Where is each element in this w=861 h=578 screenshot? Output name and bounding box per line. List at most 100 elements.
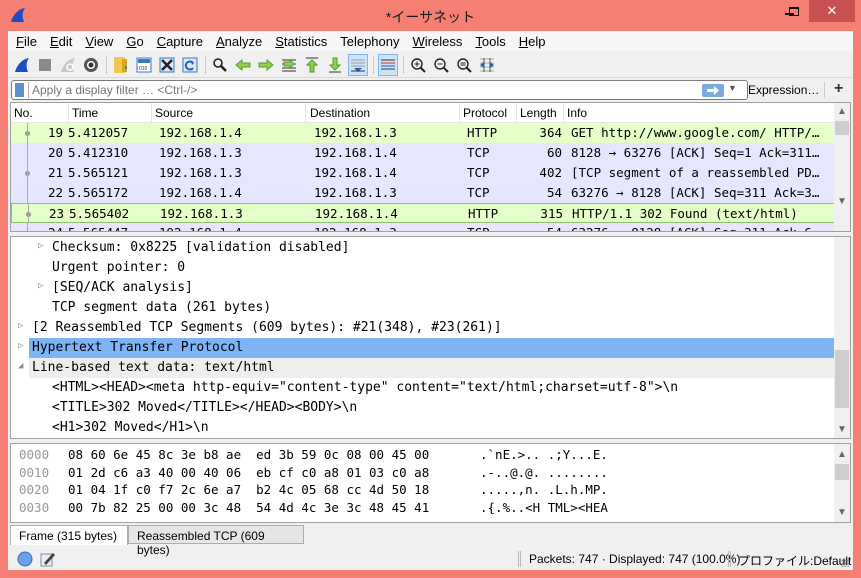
menu-tools[interactable]: Tools	[475, 34, 505, 49]
zoom-in-button[interactable]	[408, 54, 428, 76]
collapsed-arrow-icon[interactable]: ▷	[38, 281, 43, 291]
menu-analyze[interactable]: Analyze	[216, 34, 262, 49]
resize-grip[interactable]	[841, 559, 849, 567]
normal-size-button[interactable]	[454, 54, 474, 76]
column-separator[interactable]	[68, 103, 69, 123]
expert-info-icon[interactable]	[17, 551, 33, 567]
stop-capture-button[interactable]	[35, 54, 55, 76]
filter-bookmark-icon[interactable]	[15, 83, 24, 97]
packet-row[interactable]: 19 5.412057 192.168.1.4 192.168.1.3 HTTP 364 G…	[11, 123, 836, 143]
collapsed-arrow-icon[interactable]: ▷	[18, 341, 23, 351]
tab-reassembled-tcp[interactable]: Reassembled TCP (609 bytes)	[128, 525, 304, 557]
go-to-packet-icon	[282, 58, 296, 71]
column-separator[interactable]	[516, 103, 517, 123]
tab-frame[interactable]: Frame (315 bytes)	[10, 525, 128, 545]
column-header-destination[interactable]: Destination	[310, 106, 370, 120]
scroll-up-arrow[interactable]: ▲	[834, 446, 850, 462]
collapsed-arrow-icon[interactable]: ▷	[38, 241, 43, 251]
filter-history-dropdown[interactable]: ▼	[728, 83, 737, 93]
menu-view[interactable]: View	[85, 34, 113, 49]
packet-row[interactable]: 20 5.412310 192.168.1.3 192.168.1.4 TCP 60 812…	[11, 143, 836, 163]
menu-edit[interactable]: Edit	[50, 34, 72, 49]
detail-tree-item[interactable]: <TITLE>302 Moved</TITLE></HEAD><BODY>\n	[11, 398, 836, 418]
profile-status[interactable]: プロファイル:Default	[738, 552, 851, 569]
column-header-no[interactable]: No.	[14, 106, 33, 120]
menu-help[interactable]: Help	[519, 34, 546, 49]
auto-scroll-button[interactable]	[348, 53, 368, 76]
collapsed-arrow-icon[interactable]: ▷	[18, 321, 23, 331]
cell-protocol: TCP	[467, 225, 490, 231]
packet-list-scrollbar[interactable]: ▲ ▼	[834, 103, 850, 231]
menu-wireless[interactable]: Wireless	[413, 34, 463, 49]
detail-tree-item[interactable]: TCP segment data (261 bytes)	[11, 298, 836, 318]
column-header-source[interactable]: Source	[155, 106, 193, 120]
scroll-down-arrow[interactable]: ▼	[834, 504, 850, 520]
open-file-button[interactable]	[111, 54, 131, 76]
menu-go[interactable]: Go	[126, 34, 143, 49]
packet-details-pane: ▷ Checksum: 0x8225 [validation disabled] U…	[10, 236, 851, 439]
details-scrollbar[interactable]: ▼	[834, 237, 850, 438]
close-file-button[interactable]	[157, 54, 177, 76]
find-packet-icon	[213, 57, 227, 72]
find-packet-button[interactable]	[210, 54, 230, 76]
go-to-packet-button[interactable]	[279, 54, 299, 76]
column-header-info[interactable]: Info	[567, 106, 587, 120]
detail-tree-item[interactable]: Urgent pointer: 0	[11, 258, 836, 278]
display-filter-input[interactable]	[32, 83, 692, 97]
expression-button[interactable]: Expression…	[748, 83, 819, 97]
scrollbar-thumb[interactable]	[835, 121, 849, 135]
column-separator[interactable]	[151, 103, 152, 123]
add-filter-button[interactable]: +	[834, 80, 843, 98]
column-header-length[interactable]: Length	[520, 106, 557, 120]
maximize-button[interactable]	[780, 0, 807, 22]
capture-comment-icon[interactable]	[40, 551, 56, 567]
column-separator[interactable]	[459, 103, 460, 123]
detail-tree-item[interactable]: <H1>302 Moved</H1>\n	[11, 418, 836, 438]
start-capture-button[interactable]	[12, 54, 32, 76]
detail-tree-item[interactable]: ▷ [SEQ/ACK analysis]	[11, 278, 836, 298]
bytes-scrollbar[interactable]: ▲ ▼	[834, 444, 850, 522]
column-separator[interactable]	[305, 103, 306, 123]
cell-length: 364	[539, 125, 562, 140]
last-packet-button[interactable]	[325, 54, 345, 76]
scrollbar-thumb[interactable]	[835, 464, 849, 480]
hex-bytes: 00 7b 82 25 00 00 3c 48 54 4d 4c 3e 3c 4…	[68, 499, 430, 515]
scroll-down-arrow[interactable]: ▼	[834, 193, 850, 209]
packet-row[interactable]: 23 5.565402 192.168.1.3 192.168.1.4 HTTP 315 H…	[11, 203, 836, 224]
column-header-time[interactable]: Time	[72, 106, 98, 120]
detail-tree-item[interactable]: ◢ Line-based text data: text/html	[18, 358, 836, 378]
restart-capture-button[interactable]	[58, 54, 78, 76]
title-bar[interactable]: *イーサネット ✕	[0, 0, 861, 31]
close-button[interactable]: ✕	[809, 0, 855, 22]
cell-source: 192.168.1.4	[159, 125, 242, 140]
menu-telephony[interactable]: Telephony	[340, 34, 399, 49]
go-back-button[interactable]	[233, 54, 253, 76]
zoom-out-button[interactable]	[431, 54, 451, 76]
detail-tree-item[interactable]: ▷ Checksum: 0x8225 [validation disabled]	[11, 238, 836, 258]
go-forward-button[interactable]	[256, 54, 276, 76]
menu-file[interactable]: File	[16, 34, 37, 49]
menu-statistics[interactable]: Statistics	[275, 34, 327, 49]
resize-columns-button[interactable]	[477, 54, 497, 76]
colorize-button[interactable]	[378, 53, 398, 76]
packet-row[interactable]: 21 5.565121 192.168.1.3 192.168.1.4 TCP 402 [T…	[11, 163, 836, 183]
apply-filter-button[interactable]	[702, 84, 724, 97]
reload-file-button[interactable]	[180, 54, 200, 76]
detail-tree-item[interactable]: ▷ [2 Reassembled TCP Segments (609 bytes)…	[11, 318, 836, 338]
first-packet-button[interactable]	[302, 54, 322, 76]
packet-row[interactable]: 22 5.565172 192.168.1.4 192.168.1.3 TCP 54 632…	[11, 183, 836, 203]
capture-options-button[interactable]	[81, 54, 101, 76]
expanded-arrow-icon[interactable]: ◢	[18, 361, 23, 371]
detail-tree-item[interactable]: <HTML><HEAD><meta http-equiv="content-ty…	[11, 378, 836, 398]
column-separator[interactable]	[563, 103, 564, 123]
menu-label: tatistics	[283, 33, 328, 49]
menu-capture[interactable]: Capture	[157, 34, 203, 49]
save-file-button[interactable]: 010	[134, 54, 154, 76]
scroll-up-arrow[interactable]: ▲	[834, 103, 850, 119]
packet-row[interactable]: 24 5.565447 192.168.1.4 192.168.1.3 TCP 54 632…	[11, 223, 836, 231]
cell-destination: 192.168.1.3	[314, 225, 397, 231]
scrollbar-thumb[interactable]	[835, 350, 849, 408]
column-header-protocol[interactable]: Protocol	[463, 106, 507, 120]
detail-tree-item[interactable]: ▷ Hypertext Transfer Protocol	[18, 338, 836, 358]
scroll-down-arrow[interactable]: ▼	[834, 421, 850, 437]
